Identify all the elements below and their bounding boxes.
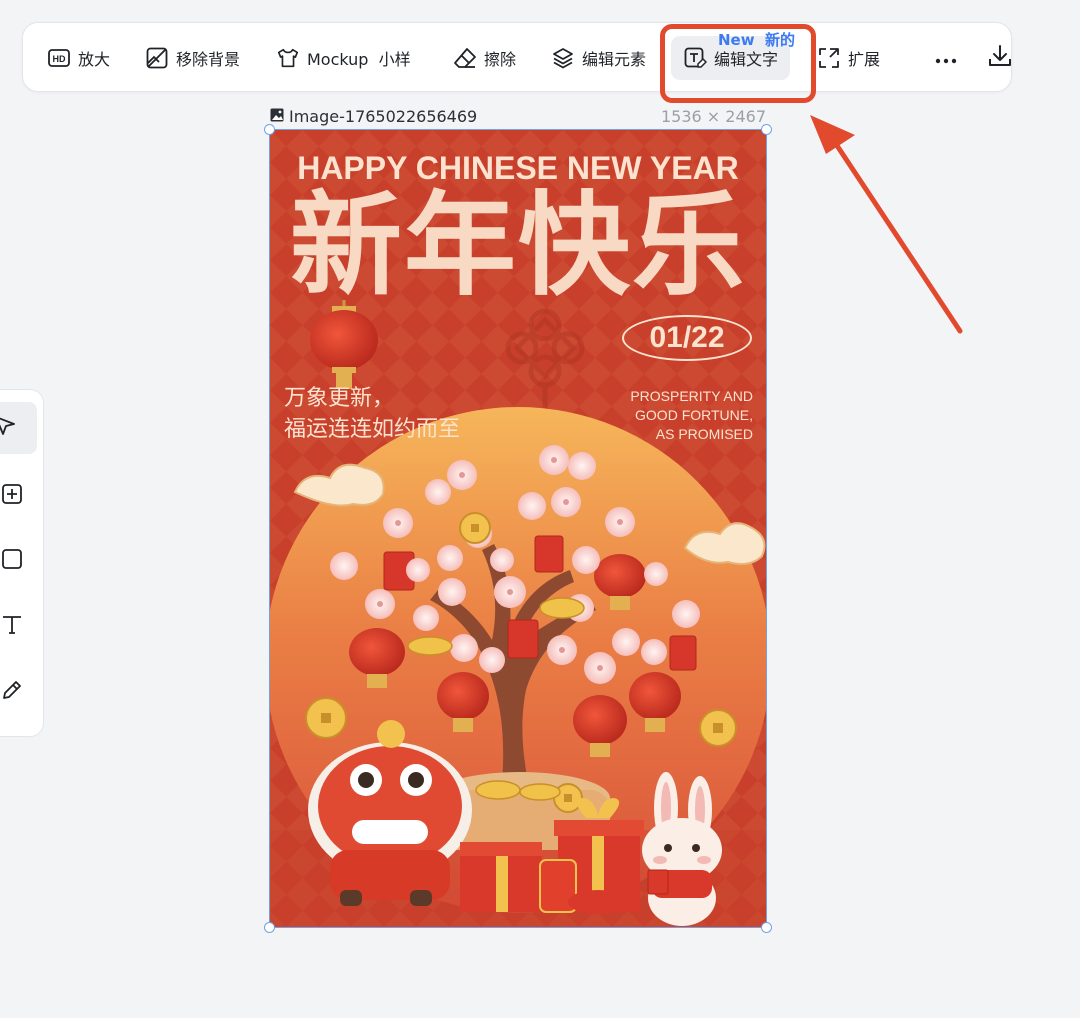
annotation-arrow bbox=[810, 115, 963, 334]
resize-handle-top-left[interactable] bbox=[264, 124, 275, 135]
upscale-button[interactable]: HD 放大 bbox=[47, 23, 110, 93]
rectangle-tool[interactable] bbox=[1, 541, 41, 581]
image-name-text: Image-1765022656469 bbox=[289, 107, 478, 126]
mockup-button[interactable]: Mockup 小样 bbox=[276, 23, 411, 93]
expand-button[interactable]: 扩展 bbox=[817, 23, 880, 93]
expand-label: 扩展 bbox=[848, 50, 881, 69]
text-icon bbox=[1, 613, 23, 639]
select-tool[interactable] bbox=[0, 402, 37, 454]
resize-handle-bottom-right[interactable] bbox=[761, 922, 772, 933]
resize-handle-bottom-left[interactable] bbox=[264, 922, 275, 933]
left-tool-rail bbox=[0, 389, 44, 737]
upscale-label: 放大 bbox=[78, 50, 111, 69]
edit-elements-label: 编辑元素 bbox=[582, 50, 647, 69]
select-arrow-icon bbox=[0, 413, 19, 443]
layers-icon bbox=[551, 46, 575, 70]
eraser-icon bbox=[453, 46, 477, 70]
image-dimensions: 1536 × 2467 bbox=[660, 107, 766, 126]
download-button[interactable] bbox=[987, 23, 1013, 93]
highlight-box bbox=[660, 24, 816, 103]
pen-icon bbox=[1, 679, 23, 705]
image-name: Image-1765022656469 bbox=[270, 107, 477, 126]
expand-icon bbox=[817, 46, 841, 70]
add-frame-tool[interactable] bbox=[1, 476, 41, 516]
hd-icon: HD bbox=[47, 46, 71, 70]
add-frame-icon bbox=[1, 483, 23, 509]
resize-handle-top-right[interactable] bbox=[761, 124, 772, 135]
image-caption: Image-1765022656469 1536 × 2467 bbox=[270, 107, 766, 127]
text-tool[interactable] bbox=[1, 606, 41, 646]
more-icon bbox=[935, 49, 957, 68]
more-button[interactable] bbox=[935, 23, 957, 93]
rectangle-icon bbox=[1, 548, 23, 574]
remove-background-label: 移除背景 bbox=[176, 50, 241, 69]
erase-label: 擦除 bbox=[484, 50, 517, 69]
edit-elements-button[interactable]: 编辑元素 bbox=[551, 23, 646, 93]
download-icon bbox=[987, 43, 1013, 73]
mockup-label: Mockup 小样 bbox=[307, 50, 411, 69]
pen-tool[interactable] bbox=[1, 672, 41, 712]
erase-button[interactable]: 擦除 bbox=[453, 23, 516, 93]
top-toolbar: HD 放大 移除背景 Mockup 小样 擦除 编辑元素 编辑文字 扩展 bbox=[22, 22, 1012, 92]
remove-background-button[interactable]: 移除背景 bbox=[145, 23, 240, 93]
selection-frame bbox=[269, 129, 767, 928]
svg-text:HD: HD bbox=[53, 54, 66, 64]
image-icon bbox=[270, 107, 284, 126]
tshirt-icon bbox=[276, 46, 300, 70]
remove-background-icon bbox=[145, 46, 169, 70]
